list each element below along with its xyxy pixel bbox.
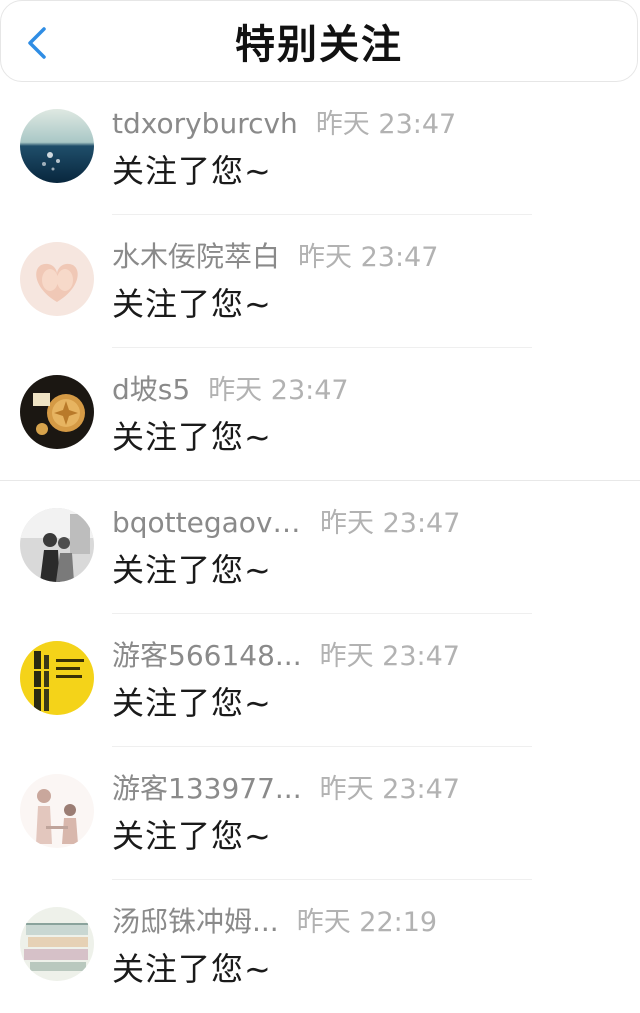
list-item[interactable]: 游客133977... 昨天 23:47 关注了您~ — [0, 747, 640, 880]
user-name[interactable]: d坡s5 — [112, 368, 190, 408]
message-text: 关注了您~ — [112, 950, 272, 988]
user-name[interactable]: 汤邸铢冲姆... — [112, 900, 279, 940]
message-text: 关注了您~ — [112, 285, 272, 323]
page-title: 特别关注 — [235, 22, 403, 68]
list-item[interactable]: tdxoryburcvh 昨天 23:47 关注了您~ — [0, 82, 640, 215]
message-text: 关注了您~ — [112, 418, 272, 456]
timestamp: 昨天 23:47 — [319, 641, 460, 672]
books-avatar[interactable] — [20, 907, 94, 981]
user-name[interactable]: 游客133977... — [112, 767, 302, 807]
ocean-sunset-avatar[interactable] — [20, 109, 94, 183]
timestamp: 昨天 23:47 — [315, 109, 457, 140]
timestamp: 昨天 22:19 — [296, 907, 438, 938]
user-name[interactable]: 水木佞院萃白 — [112, 235, 280, 275]
timestamp: 昨天 23:47 — [319, 774, 460, 805]
user-name[interactable]: bqottegaove... — [112, 506, 302, 539]
couple-illustration-avatar[interactable] — [20, 774, 94, 848]
message-text: 关注了您~ — [112, 684, 272, 722]
list-item[interactable]: 游客566148... 昨天 23:47 关注了您~ — [0, 614, 640, 747]
user-name[interactable]: tdxoryburcvh — [112, 107, 298, 140]
couple-bw-avatar[interactable] — [20, 508, 94, 582]
list-item[interactable]: bqottegaove... 昨天 23:47 关注了您~ — [0, 481, 640, 614]
message-text: 关注了您~ — [112, 817, 272, 855]
list-item[interactable]: d坡s5 昨天 23:47 关注了您~ — [0, 348, 640, 481]
message-text: 关注了您~ — [112, 551, 272, 589]
mooncake-avatar[interactable] — [20, 375, 94, 449]
list-item[interactable]: 水木佞院萃白 昨天 23:47 关注了您~ — [0, 215, 640, 348]
top-nav-bar: 特别关注 — [0, 0, 638, 82]
timestamp: 昨天 23:47 — [298, 242, 439, 273]
list-item[interactable]: 汤邸铢冲姆... 昨天 22:19 关注了您~ — [0, 880, 640, 1013]
message-text: 关注了您~ — [112, 152, 272, 190]
yellow-bamboo-avatar[interactable] — [20, 641, 94, 715]
follow-notification-list: tdxoryburcvh 昨天 23:47 关注了您~ 水木佞院萃白 昨天 23… — [0, 82, 640, 1013]
baby-feet-heart-avatar[interactable] — [20, 242, 94, 316]
timestamp: 昨天 23:47 — [208, 375, 349, 406]
user-name[interactable]: 游客566148... — [112, 634, 302, 674]
timestamp: 昨天 23:47 — [320, 508, 461, 539]
